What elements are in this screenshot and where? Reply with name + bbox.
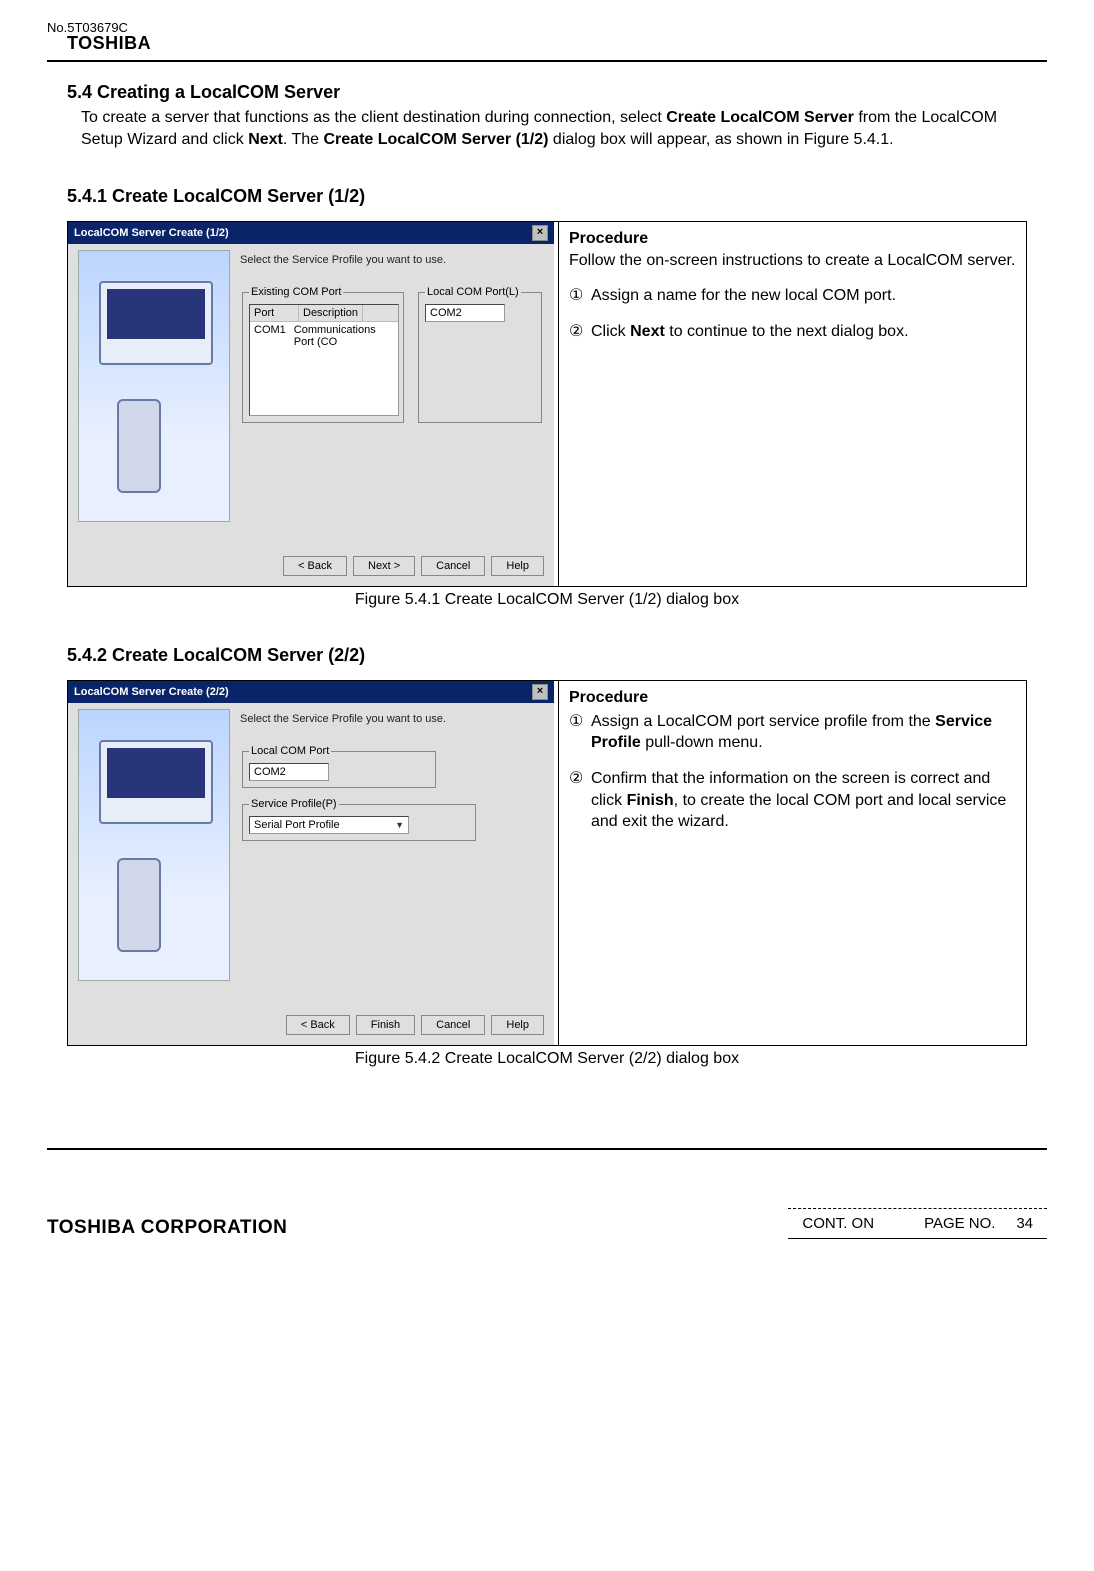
cancel-button[interactable]: Cancel [421, 556, 485, 576]
close-icon[interactable]: × [532, 684, 548, 700]
dialog-1: LocalCOM Server Create (1/2) × Select th… [68, 222, 554, 586]
step-2-text: Click Next to continue to the next dialo… [591, 321, 1016, 343]
intro-text: . The [283, 131, 324, 148]
local-port-label: Local COM Port(L) [425, 286, 521, 298]
step-2-bold: Next [630, 323, 665, 340]
subsection-1-title: 5.4.1 Create LocalCOM Server (1/2) [67, 186, 1027, 207]
row-desc: Communications Port (CO [290, 322, 398, 350]
chevron-down-icon: ▼ [395, 820, 404, 830]
subsection-2-title: 5.4.2 Create LocalCOM Server (2/2) [67, 645, 1027, 666]
header-rule [47, 60, 1047, 62]
brand-header: TOSHIBA [67, 33, 1047, 54]
cont-on-label: CONT. ON [802, 1215, 874, 1232]
step-2-marker: ② [569, 321, 591, 343]
laptop-icon [99, 281, 213, 365]
close-icon[interactable]: × [532, 225, 548, 241]
step-2-bold: Finish [627, 792, 674, 809]
existing-port-label: Existing COM Port [249, 286, 343, 298]
step-2-pre: Click [591, 323, 630, 340]
service-profile-value: Serial Port Profile [254, 819, 340, 831]
section-intro: To create a server that functions as the… [81, 107, 1027, 150]
procedure-title-2: Procedure [569, 687, 1016, 709]
col-port: Port [250, 305, 299, 321]
figure-1-table: LocalCOM Server Create (1/2) × Select th… [67, 221, 1027, 587]
step-1-text: Assign a name for the new local COM port… [591, 285, 1016, 307]
service-profile-label: Service Profile(P) [249, 798, 339, 810]
local-port-label-2: Local COM Port [249, 745, 331, 757]
phone-icon [117, 399, 161, 493]
back-button[interactable]: < Back [283, 556, 347, 576]
step-1-marker-2: ① [569, 711, 591, 754]
row-port: COM1 [250, 322, 290, 350]
footer-pagebox: CONT. ON PAGE NO. 34 [788, 1208, 1047, 1239]
next-button[interactable]: Next > [353, 556, 415, 576]
step-1-post: pull-down menu. [641, 734, 763, 751]
dialog-hint: Select the Service Profile you want to u… [240, 713, 544, 725]
footer-corp: TOSHIBA CORPORATION [47, 1217, 287, 1239]
dialog-illustration [78, 709, 230, 981]
procedure-title: Procedure [569, 228, 1016, 250]
phone-icon [117, 858, 161, 952]
dialog-1-title: LocalCOM Server Create (1/2) [74, 227, 229, 239]
intro-text: To create a server that functions as the… [81, 109, 666, 126]
back-button[interactable]: < Back [286, 1015, 350, 1035]
finish-button[interactable]: Finish [356, 1015, 415, 1035]
step-1-marker: ① [569, 285, 591, 307]
dialog-2-title: LocalCOM Server Create (2/2) [74, 686, 229, 698]
step-1-text-2: Assign a LocalCOM port service profile f… [591, 711, 1016, 754]
page-no-label: PAGE NO. [924, 1215, 995, 1232]
local-port-field[interactable]: COM2 [425, 304, 505, 322]
intro-bold-3: Create LocalCOM Server (1/2) [324, 131, 549, 148]
local-port-field-2: COM2 [249, 763, 329, 781]
dialog-illustration [78, 250, 230, 522]
page-no-value: 34 [1016, 1215, 1033, 1232]
procedure-intro: Follow the on-screen instructions to cre… [569, 250, 1016, 272]
existing-port-list[interactable]: Port Description COM1 Communications Por… [249, 304, 399, 416]
intro-bold-1: Create LocalCOM Server [666, 109, 854, 126]
service-profile-combo[interactable]: Serial Port Profile ▼ [249, 816, 409, 834]
dialog-2: LocalCOM Server Create (2/2) × Select th… [68, 681, 554, 1045]
intro-bold-2: Next [248, 131, 283, 148]
figure-2-caption: Figure 5.4.2 Create LocalCOM Server (2/2… [67, 1050, 1027, 1068]
section-title: 5.4 Creating a LocalCOM Server [67, 82, 1027, 103]
cancel-button[interactable]: Cancel [421, 1015, 485, 1035]
help-button[interactable]: Help [491, 556, 544, 576]
help-button[interactable]: Help [491, 1015, 544, 1035]
step-1-pre: Assign a LocalCOM port service profile f… [591, 713, 935, 730]
dialog-hint: Select the Service Profile you want to u… [240, 254, 544, 266]
figure-1-caption: Figure 5.4.1 Create LocalCOM Server (1/2… [67, 591, 1027, 609]
figure-2-table: LocalCOM Server Create (2/2) × Select th… [67, 680, 1027, 1046]
step-2-marker-2: ② [569, 768, 591, 833]
step-2-text-2: Confirm that the information on the scre… [591, 768, 1016, 833]
intro-text: dialog box will appear, as shown in Figu… [548, 131, 893, 148]
footer-rule [47, 1148, 1047, 1150]
laptop-icon [99, 740, 213, 824]
step-2-post: to continue to the next dialog box. [665, 323, 909, 340]
col-desc: Description [299, 305, 363, 321]
